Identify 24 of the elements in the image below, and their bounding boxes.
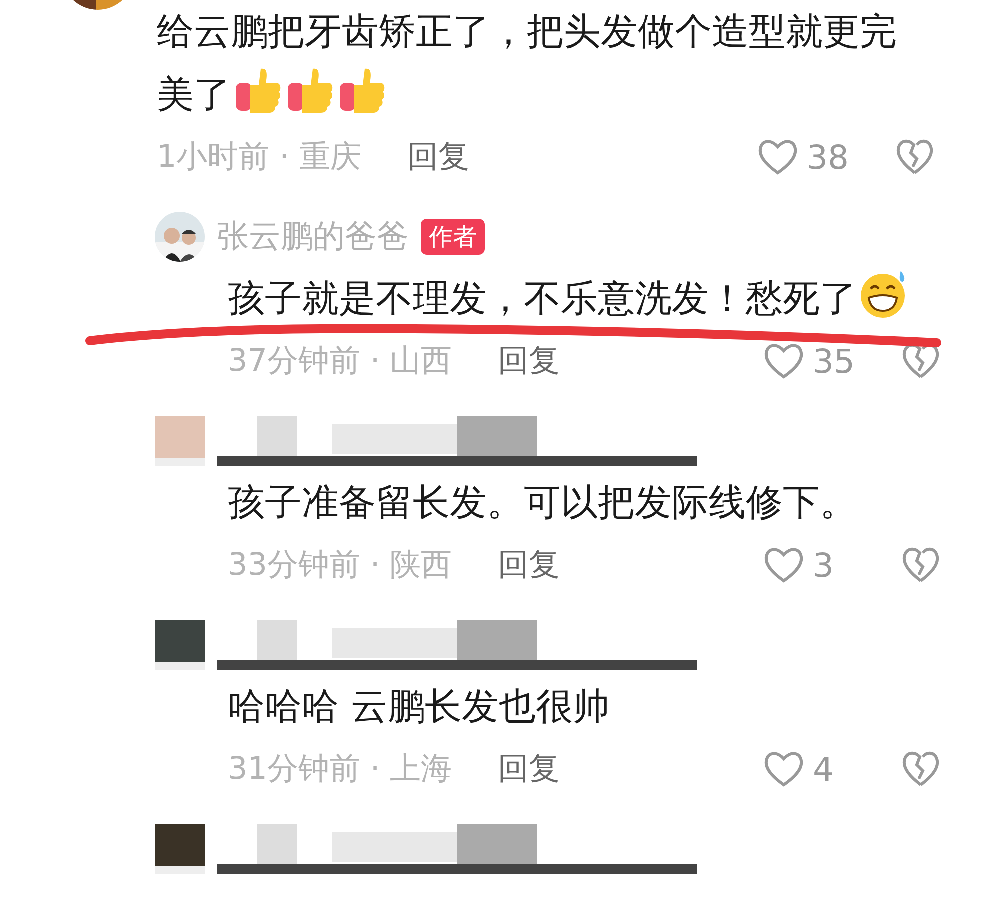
broken-heart-icon[interactable]	[901, 545, 941, 585]
reply-link[interactable]: 回复	[498, 340, 560, 382]
author-badge: 作者	[421, 219, 485, 255]
like-count: 4	[813, 750, 835, 788]
broken-heart-icon[interactable]	[901, 749, 941, 789]
like-count: 35	[813, 342, 856, 380]
reply-text: 孩子准备留长发。可以把发际线修下。	[228, 480, 858, 526]
broken-heart-icon[interactable]	[895, 137, 935, 177]
like-count: 3	[813, 546, 835, 584]
heart-icon[interactable]	[763, 749, 805, 789]
time-location: 1小时前 · 重庆	[157, 138, 362, 177]
time-location: 31分钟前 · 上海	[228, 750, 452, 789]
reply-text: 哈哈哈 云鹏长发也很帅	[228, 684, 611, 730]
heart-icon[interactable]	[763, 341, 805, 381]
time-location: 37分钟前 · 山西	[228, 342, 452, 381]
reply-link[interactable]: 回复	[407, 136, 470, 178]
reply-link[interactable]: 回复	[498, 544, 560, 586]
like-count: 38	[807, 138, 850, 176]
reply-text: 孩子就是不理发，不乐意洗发！愁死了	[228, 267, 941, 330]
comment-text: 给云鹏把牙齿矫正了，把头发做个造型就更完美了	[157, 9, 898, 118]
heart-icon[interactable]	[763, 545, 805, 585]
reply-link[interactable]: 回复	[498, 748, 560, 790]
time-location: 33分钟前 · 陕西	[228, 546, 452, 585]
heart-icon[interactable]	[757, 137, 799, 177]
